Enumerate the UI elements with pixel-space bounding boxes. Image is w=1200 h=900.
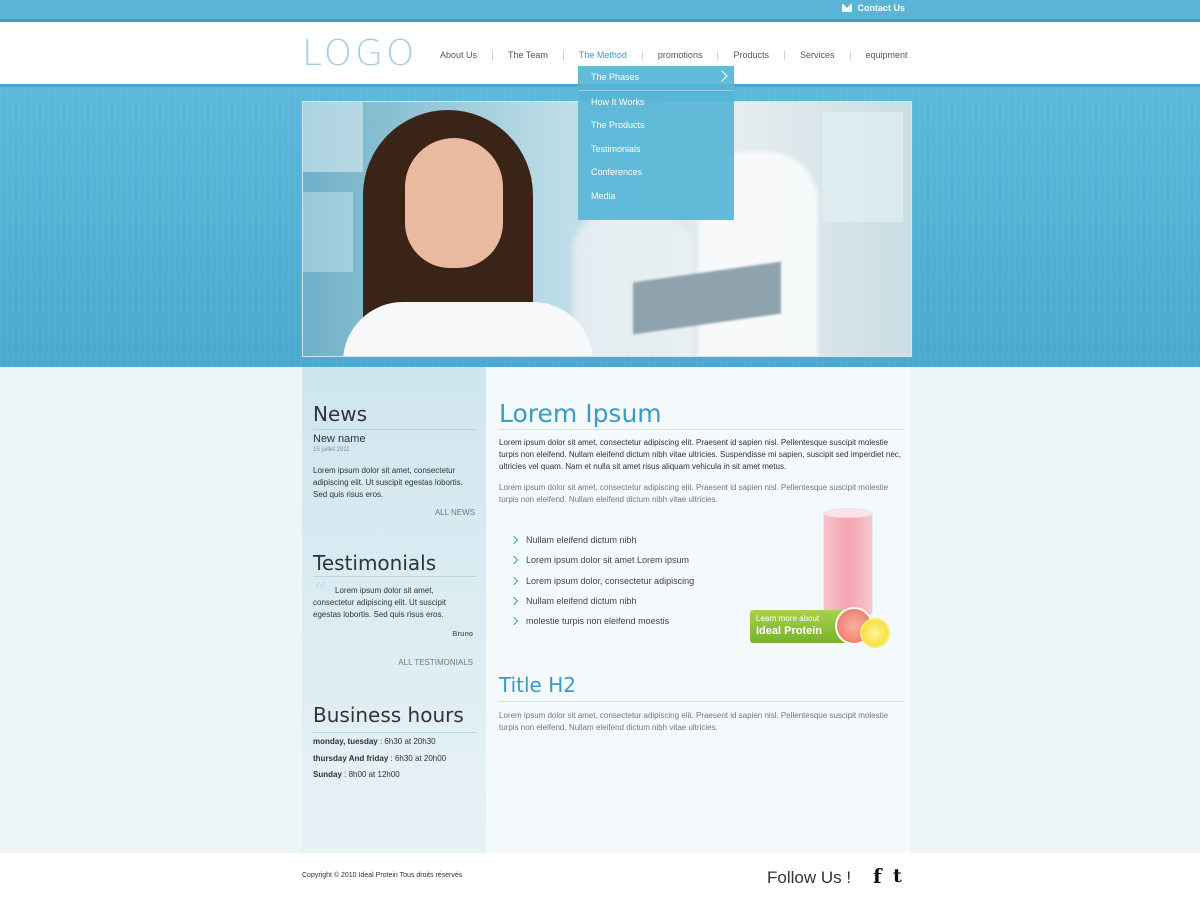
sidebar: News New name 15 juillet 2011 Lorem ipsu…	[302, 367, 486, 853]
news-heading: News	[313, 402, 368, 426]
follow-us-label: Follow Us !	[767, 868, 852, 887]
feature-list: Nullam eleifend dictum nibh Lorem ipsum …	[509, 530, 695, 631]
hours-days: monday, tuesday	[313, 737, 378, 746]
list-item: Lorem ipsum dolor sit amet Lorem ipsum	[509, 550, 694, 570]
copyright-text: Copyright © 2010 Ideal Protein Tous droi…	[302, 872, 463, 879]
contact-us-link[interactable]: Contact Us	[842, 3, 905, 13]
section-title: Title H2	[499, 673, 576, 697]
all-news-link[interactable]: ALL NEWS	[435, 508, 475, 517]
method-dropdown-menu: The Phases How It Works The Products Tes…	[578, 66, 734, 220]
list-item: Nullam eleifend dictum nibh	[509, 591, 694, 611]
nav-the-method[interactable]: The Method	[579, 50, 627, 60]
list-item-label: Lorem ipsum dolor sit amet Lorem ipsum	[526, 555, 690, 566]
list-item: molestie turpis non eleifend moestis	[509, 611, 694, 631]
page-title: Lorem Ipsum	[499, 399, 662, 428]
chevron-right-icon	[509, 576, 519, 585]
main-column: Lorem Ipsum Lorem ipsum dolor sit amet, …	[498, 367, 910, 853]
nav-about-us[interactable]: About Us	[440, 50, 477, 60]
nav-the-team[interactable]: The Team	[508, 50, 548, 60]
all-testimonials-link[interactable]: ALL TESTIMONIALS	[398, 658, 473, 667]
footer: Copyright © 2010 Ideal Protein Tous droi…	[0, 853, 1200, 900]
chevron-right-icon	[716, 70, 728, 82]
secondary-paragraph: Lorem ipsum dolor sit amet, consectetur …	[499, 483, 889, 504]
list-item-label: molestie turpis non eleifend moestis	[526, 616, 670, 627]
list-item-label: Lorem ipsum dolor, consectetur adipiscin…	[526, 575, 695, 586]
main-nav: About Us The Team The Method promotions …	[440, 50, 908, 60]
divider	[499, 429, 904, 430]
nav-separator	[717, 50, 719, 60]
dropdown-item-the-phases[interactable]: The Phases	[578, 66, 734, 91]
contact-us-label: Contact Us	[857, 3, 905, 13]
testimonial-author: Bruno	[452, 631, 473, 638]
testimonial-quote: Lorem ipsum dolor sit amet, consectetur …	[313, 586, 446, 619]
dropdown-item-label: The Phases	[591, 72, 640, 82]
dropdown-item-the-products[interactable]: The Products	[578, 114, 734, 138]
nav-separator	[783, 50, 785, 60]
lemon-image	[860, 618, 890, 648]
facebook-icon[interactable]: f	[873, 864, 882, 888]
section-paragraph: Lorem ipsum dolor sit amet, consectetur …	[499, 711, 889, 732]
chevron-right-icon	[509, 535, 519, 545]
top-bar: Contact Us	[0, 0, 1200, 22]
dropdown-item-media[interactable]: Media	[578, 185, 734, 209]
chevron-right-icon	[509, 617, 519, 626]
nav-separator	[562, 50, 564, 60]
intro-paragraph: Lorem ipsum dolor sit amet, consectetur …	[499, 438, 901, 471]
list-item-label: Nullam eleifend dictum nibh	[526, 596, 637, 607]
smoothie-glass-image	[823, 508, 873, 617]
divider	[313, 732, 477, 733]
nav-services[interactable]: Services	[800, 50, 835, 60]
nav-separator	[492, 50, 494, 60]
divider	[313, 429, 477, 430]
business-hours-heading: Business hours	[313, 703, 464, 727]
news-item-title[interactable]: New name	[313, 433, 366, 445]
hours-row: monday, tuesday : 6h30 at 20h30	[313, 737, 436, 746]
chevron-right-icon	[509, 596, 519, 606]
hours-time: : 6h30 at 20h00	[388, 754, 447, 763]
divider	[499, 701, 904, 702]
nav-equipment[interactable]: equipment	[866, 50, 908, 60]
dropdown-item-how-it-works[interactable]: How It Works	[578, 91, 734, 115]
hours-days: thursday And friday	[313, 754, 389, 763]
envelope-icon	[842, 4, 853, 12]
list-item: Nullam eleifend dictum nibh	[509, 530, 694, 550]
logo[interactable]: LOGO	[302, 33, 417, 74]
promo-line1: Learn more about	[756, 614, 820, 623]
nav-products[interactable]: Products	[733, 50, 769, 60]
hours-row: Sunday : 8h00 at 12h00	[313, 770, 400, 779]
nav-separator	[849, 50, 851, 60]
hours-days: Sunday	[313, 770, 342, 779]
dropdown-item-conferences[interactable]: Conferences	[578, 161, 734, 185]
list-item-label: Nullam eleifend dictum nibh	[526, 535, 637, 546]
divider	[313, 576, 477, 577]
list-item: Lorem ipsum dolor, consectetur adipiscin…	[509, 571, 695, 591]
nav-separator	[641, 50, 643, 60]
hours-row: thursday And friday : 6h30 at 20h00	[313, 754, 446, 763]
news-item-text: Lorem ipsum dolor sit amet, consectetur …	[313, 466, 463, 499]
nav-promotions[interactable]: promotions	[658, 50, 703, 60]
dropdown-item-testimonials[interactable]: Testimonials	[578, 138, 734, 162]
hours-time: : 6h30 at 20h30	[377, 737, 436, 746]
promo-line2: Ideal Protein	[756, 625, 823, 637]
twitter-icon[interactable]: t	[893, 865, 902, 887]
chevron-right-icon	[509, 556, 519, 565]
testimonials-heading: Testimonials	[313, 551, 437, 575]
hours-time: : 8h00 at 12h00	[341, 770, 400, 779]
news-item-date: 15 juillet 2011	[313, 447, 350, 453]
